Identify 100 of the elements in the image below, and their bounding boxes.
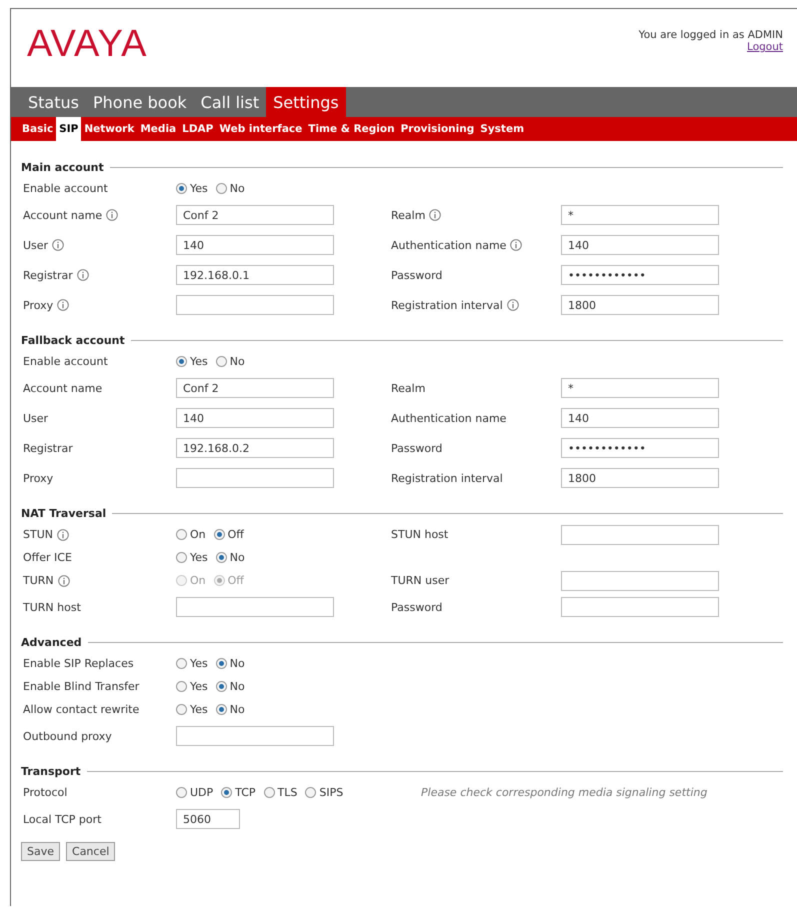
sub-tab[interactable]: Provisioning — [398, 117, 478, 141]
radio-label: No — [230, 657, 245, 670]
radio-button[interactable] — [214, 529, 225, 540]
radio-button[interactable] — [216, 552, 227, 563]
radio-button[interactable] — [221, 787, 232, 798]
input-field[interactable] — [176, 295, 334, 315]
info-icon[interactable] — [58, 574, 70, 586]
radio-label: Yes — [190, 657, 208, 670]
field-label: STUN host — [391, 528, 448, 541]
radio-button[interactable] — [176, 183, 187, 194]
field-label: Account name — [23, 208, 102, 222]
radio-button[interactable] — [176, 681, 187, 692]
input-field[interactable]: 5060 — [176, 809, 240, 829]
input-field[interactable]: 1800 — [561, 468, 719, 488]
nav-tab[interactable]: Status — [21, 87, 86, 117]
radio-label: No — [230, 551, 245, 564]
input-field[interactable]: •••••••••••• — [561, 265, 719, 285]
input-field[interactable] — [176, 726, 334, 746]
nav-tab[interactable]: Phone book — [86, 87, 194, 117]
radio-label: TCP — [235, 786, 256, 799]
save-button[interactable]: Save — [21, 842, 60, 861]
login-status: You are logged in as ADMIN — [638, 29, 783, 41]
section-title: Main account — [21, 160, 104, 174]
nav-tab[interactable]: Call list — [194, 87, 266, 117]
input-field[interactable]: 140 — [561, 408, 719, 428]
radio-label: No — [230, 355, 245, 368]
sub-tab[interactable]: LDAP — [179, 117, 216, 141]
sub-tab[interactable]: Time & Region — [305, 117, 398, 141]
sub-tab[interactable]: Network — [81, 117, 138, 141]
radio-button[interactable] — [176, 658, 187, 669]
field-label: TURN — [23, 574, 54, 587]
field-label: Registration interval — [391, 472, 503, 484]
field-label: Registrar — [23, 442, 73, 454]
radio-button[interactable] — [216, 356, 227, 367]
field-label: Proxy — [23, 298, 54, 312]
radio-button[interactable] — [216, 704, 227, 715]
sub-tab[interactable]: Web interface — [216, 117, 306, 141]
hint-text: Please check corresponding media signaling setting — [421, 786, 708, 799]
field-label: Protocol — [23, 786, 68, 799]
field-label: Local TCP port — [23, 812, 102, 826]
field-label: Proxy — [23, 472, 54, 484]
field-label: Enable account — [23, 182, 108, 195]
input-field[interactable] — [176, 597, 334, 617]
sub-tab[interactable]: System — [477, 117, 528, 141]
info-icon[interactable] — [52, 239, 64, 251]
section-title: Fallback account — [21, 334, 125, 346]
input-field[interactable] — [176, 468, 334, 488]
radio-button[interactable] — [176, 552, 187, 563]
radio-label: On — [190, 574, 206, 587]
radio-button[interactable] — [305, 787, 316, 798]
input-field[interactable]: 140 — [176, 235, 334, 255]
field-label: Realm — [391, 382, 426, 394]
radio-button[interactable] — [264, 787, 275, 798]
input-field[interactable]: 192.168.0.1 — [176, 265, 334, 285]
field-label: Registration interval — [391, 298, 503, 312]
field-label: STUN — [23, 528, 53, 541]
radio-label: Off — [228, 528, 244, 541]
input-field[interactable] — [561, 597, 719, 617]
input-field[interactable]: 192.168.0.2 — [176, 438, 334, 458]
radio-label: Off — [228, 574, 244, 587]
radio-button[interactable] — [176, 529, 187, 540]
input-field[interactable]: 1800 — [561, 295, 719, 315]
info-icon[interactable] — [76, 269, 89, 281]
radio-label: No — [230, 680, 245, 693]
radio-button[interactable] — [216, 183, 227, 194]
radio-label: Yes — [190, 355, 208, 368]
info-icon[interactable] — [57, 299, 70, 311]
input-field[interactable]: 140 — [176, 408, 334, 428]
info-icon[interactable] — [106, 209, 118, 221]
section-title: Advanced — [21, 636, 82, 648]
radio-label: No — [230, 703, 245, 716]
input-field[interactable] — [561, 570, 719, 590]
sub-tab[interactable]: Basic — [19, 117, 56, 141]
radio-button[interactable] — [216, 658, 227, 669]
radio-button[interactable] — [176, 704, 187, 715]
radio-label: Yes — [190, 680, 208, 693]
sub-tab[interactable]: Media — [137, 117, 180, 141]
cancel-button[interactable]: Cancel — [66, 842, 116, 861]
info-icon[interactable] — [429, 209, 442, 221]
radio-label: On — [190, 528, 206, 541]
radio-button[interactable] — [176, 356, 187, 367]
input-field[interactable]: 140 — [561, 235, 719, 255]
input-field[interactable]: Conf 2 — [176, 378, 334, 398]
radio-button[interactable] — [176, 787, 187, 798]
input-field[interactable]: •••••••••••• — [561, 438, 719, 458]
input-field[interactable]: * — [561, 205, 719, 225]
input-field[interactable]: * — [561, 378, 719, 398]
logout-link[interactable]: Logout — [747, 41, 783, 53]
info-icon[interactable] — [56, 528, 69, 540]
field-label: Realm — [391, 208, 426, 222]
info-icon[interactable] — [506, 299, 519, 311]
sub-tab[interactable]: SIP — [56, 117, 82, 141]
radio-label: TLS — [278, 786, 298, 799]
field-label: Password — [391, 600, 442, 614]
nav-tab[interactable]: Settings — [266, 87, 346, 117]
input-field[interactable] — [561, 524, 719, 544]
info-icon[interactable] — [510, 239, 522, 251]
radio-button[interactable] — [216, 681, 227, 692]
input-field[interactable]: Conf 2 — [176, 205, 334, 225]
logo: AVAYA — [27, 23, 148, 66]
